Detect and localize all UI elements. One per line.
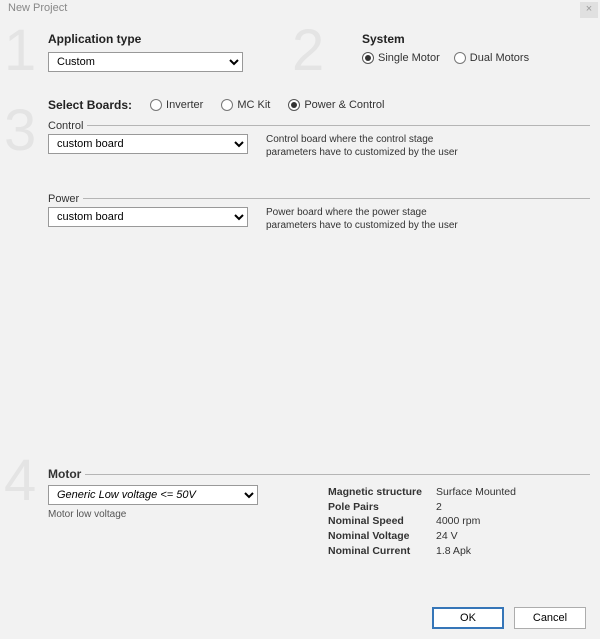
close-icon[interactable]: ×: [580, 2, 598, 18]
system-radio-group: Single Motor Dual Motors: [362, 52, 529, 64]
motor-label: Motor: [48, 467, 85, 481]
radio-power-control[interactable]: Power & Control: [288, 99, 384, 111]
motor-divider: [48, 474, 590, 475]
radio-single-motor-label: Single Motor: [378, 52, 440, 64]
radio-mc-kit[interactable]: MC Kit: [221, 99, 270, 111]
radio-dual-motors-label: Dual Motors: [470, 52, 529, 64]
spec-nominal-voltage-k: Nominal Voltage: [328, 529, 436, 544]
spec-mag-struct-v: Surface Mounted: [436, 485, 516, 500]
ok-button[interactable]: OK: [432, 607, 504, 629]
radio-mc-kit-label: MC Kit: [237, 99, 270, 111]
spec-pole-pairs-v: 2: [436, 500, 442, 515]
select-boards-label: Select Boards:: [48, 98, 132, 112]
application-type-select[interactable]: Custom: [48, 52, 243, 72]
motor-fieldset: Motor Generic Low voltage <= 50V Motor l…: [48, 467, 590, 558]
system-label: System: [362, 32, 529, 46]
system-group: System Single Motor Dual Motors: [328, 32, 529, 72]
window-title: New Project: [8, 2, 67, 14]
control-label: Control: [48, 120, 87, 132]
application-type-group: Application type Custom: [48, 32, 328, 72]
spec-nominal-current-k: Nominal Current: [328, 544, 436, 559]
control-desc: Control board where the control stage pa…: [266, 134, 458, 159]
select-boards-row: Select Boards: Inverter MC Kit Power & C…: [48, 98, 590, 112]
motor-specs: Magnetic structureSurface Mounted Pole P…: [328, 485, 516, 558]
step-number-1: 1: [4, 22, 36, 80]
radio-dual-motors[interactable]: Dual Motors: [454, 52, 529, 64]
spec-pole-pairs-k: Pole Pairs: [328, 500, 436, 515]
spec-nominal-speed-v: 4000 rpm: [436, 514, 480, 529]
radio-inverter-label: Inverter: [166, 99, 203, 111]
spec-mag-struct-k: Magnetic structure: [328, 485, 436, 500]
spec-nominal-current-v: 1.8 Apk: [436, 544, 471, 559]
application-type-label: Application type: [48, 32, 328, 46]
radio-inverter[interactable]: Inverter: [150, 99, 203, 111]
step-number-3: 3: [4, 102, 36, 160]
step-number-4: 4: [4, 452, 36, 510]
motor-caption: Motor low voltage: [48, 509, 258, 520]
motor-select[interactable]: Generic Low voltage <= 50V: [48, 485, 258, 505]
row-app-sys: Application type Custom System Single Mo…: [48, 32, 590, 72]
spec-nominal-voltage-v: 24 V: [436, 529, 458, 544]
control-board-select[interactable]: custom board: [48, 134, 248, 154]
spec-nominal-speed-k: Nominal Speed: [328, 514, 436, 529]
power-label: Power: [48, 193, 83, 205]
power-divider: [48, 198, 590, 199]
control-divider: [48, 125, 590, 126]
power-fieldset: Power custom board Power board where the…: [48, 193, 590, 232]
radio-single-motor[interactable]: Single Motor: [362, 52, 440, 64]
footer-buttons: OK Cancel: [432, 607, 586, 629]
content: 1 2 Application type Custom System Singl…: [0, 22, 600, 558]
cancel-button[interactable]: Cancel: [514, 607, 586, 629]
radio-power-control-label: Power & Control: [304, 99, 384, 111]
control-fieldset: Control custom board Control board where…: [48, 120, 590, 159]
power-board-select[interactable]: custom board: [48, 207, 248, 227]
power-desc: Power board where the power stage parame…: [266, 207, 458, 232]
